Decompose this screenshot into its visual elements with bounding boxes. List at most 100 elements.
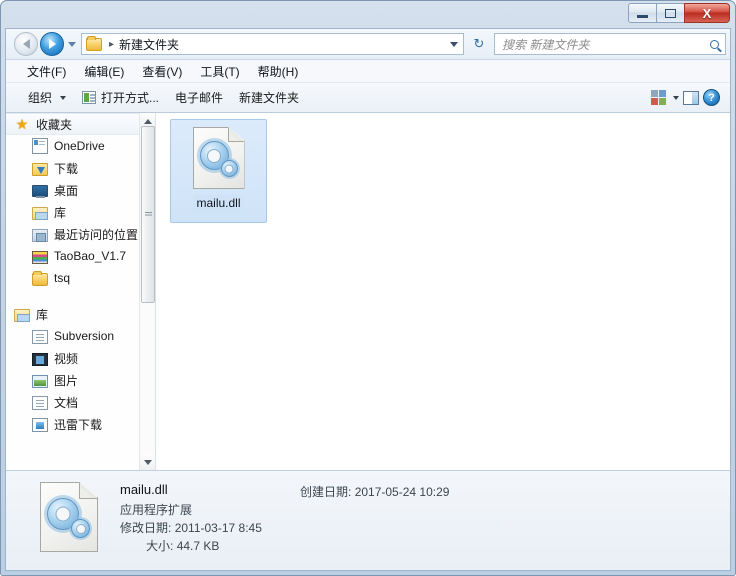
organize-label: 组织 <box>28 91 53 105</box>
desktop-icon <box>32 185 48 198</box>
sidebar-item-recent-places[interactable]: 最近访问的位置 <box>6 223 139 245</box>
open-with-button[interactable]: 打开方式... <box>74 86 167 109</box>
navigation-scroll-area: ★ 收藏夹 OneDrive 下载 桌面 库 最近访问的位置 TaoBao_V1… <box>6 113 139 470</box>
details-created-row: 创建日期: 2017-05-24 10:29 <box>300 483 730 501</box>
email-button[interactable]: 电子邮件 <box>167 86 231 109</box>
sidebar-item-subversion[interactable]: Subversion <box>6 325 139 347</box>
sidebar-item-tsq[interactable]: tsq <box>6 267 139 289</box>
maximize-button[interactable] <box>656 3 685 23</box>
library-icon <box>14 308 30 322</box>
details-file-type: 应用程序扩展 <box>120 503 193 517</box>
details-created-label: 创建日期: <box>300 485 352 499</box>
sidebar-item-videos[interactable]: 视频 <box>6 347 139 369</box>
sidebar-section-libraries[interactable]: 库 <box>6 303 139 325</box>
chevron-up-icon <box>144 118 152 124</box>
details-created-value: 2017-05-24 10:29 <box>354 485 450 499</box>
address-input[interactable]: ▸ 新建文件夹 <box>81 33 464 55</box>
details-pane: mailu.dll 应用程序扩展 修改日期: 2011-03-17 8:45 大… <box>6 470 730 570</box>
scroll-down-button[interactable] <box>140 454 155 470</box>
sidebar-item-desktop[interactable]: 桌面 <box>6 179 139 201</box>
view-dropdown-icon[interactable] <box>673 95 679 100</box>
sidebar-item-label: 下载 <box>54 161 79 176</box>
details-size-row: 大小: 44.7 KB <box>120 537 300 555</box>
new-folder-label: 新建文件夹 <box>239 91 300 105</box>
open-with-icon <box>82 91 97 104</box>
sidebar-item-label: 库 <box>54 205 67 220</box>
sidebar-item-label: 文档 <box>54 395 79 410</box>
sidebar-item-label: 图片 <box>54 373 79 388</box>
back-button[interactable] <box>14 32 38 56</box>
sidebar-item-label: 视频 <box>54 351 79 366</box>
menu-file[interactable]: 文件(F) <box>18 61 75 82</box>
search-box[interactable]: 搜索 新建文件夹 <box>494 33 726 55</box>
recent-places-icon <box>32 228 48 242</box>
close-button[interactable]: X <box>684 3 730 23</box>
back-arrow-icon <box>22 39 30 49</box>
breadcrumb-path[interactable]: 新建文件夹 <box>119 36 179 53</box>
details-primary-column: mailu.dll 应用程序扩展 修改日期: 2011-03-17 8:45 大… <box>120 482 300 555</box>
toolbar: 组织 打开方式... 电子邮件 新建文件夹 ? <box>6 83 730 113</box>
sidebar-item-thunder-download[interactable]: 迅雷下载 <box>6 413 139 435</box>
folder-icon <box>32 270 48 286</box>
sidebar-scrollbar[interactable] <box>139 113 155 470</box>
dll-file-icon <box>192 127 245 189</box>
breadcrumb-separator: ▸ <box>109 38 115 50</box>
chevron-down-icon[interactable] <box>450 41 458 47</box>
new-folder-button[interactable]: 新建文件夹 <box>231 86 307 109</box>
forward-button[interactable] <box>40 32 64 56</box>
email-label: 电子邮件 <box>175 91 224 105</box>
video-icon <box>32 352 48 366</box>
refresh-button[interactable]: ↻ <box>468 33 490 55</box>
sidebar-item-onedrive[interactable]: OneDrive <box>6 135 139 157</box>
details-size-label: 大小: <box>146 539 174 553</box>
file-name-label: mailu.dll <box>193 195 244 211</box>
sidebar-item-label: OneDrive <box>54 139 105 153</box>
details-modified-label: 修改日期: <box>120 521 172 535</box>
download-folder-icon <box>32 162 48 176</box>
sidebar-item-documents[interactable]: 文档 <box>6 391 139 413</box>
details-file-name: mailu.dll <box>120 482 168 497</box>
onedrive-icon <box>32 138 48 154</box>
search-input[interactable]: 搜索 新建文件夹 <box>502 36 710 53</box>
document-icon <box>32 395 48 410</box>
menu-edit[interactable]: 编辑(E) <box>75 61 133 82</box>
document-icon <box>32 329 48 344</box>
navigation-pane: ★ 收藏夹 OneDrive 下载 桌面 库 最近访问的位置 TaoBao_V1… <box>6 113 156 470</box>
sidebar-item-label: TaoBao_V1.7 <box>54 249 127 263</box>
sidebar-item-label: Subversion <box>54 329 115 343</box>
sidebar-favorites-label: 收藏夹 <box>36 117 73 132</box>
file-item-mailu-dll[interactable]: mailu.dll <box>170 119 267 223</box>
organize-button[interactable]: 组织 <box>20 86 74 109</box>
details-file-icon <box>40 482 98 552</box>
details-modified-row: 修改日期: 2011-03-17 8:45 <box>120 519 300 537</box>
search-icon <box>710 39 719 49</box>
picture-icon <box>32 374 48 388</box>
help-icon[interactable]: ? <box>703 89 720 106</box>
preview-pane-icon[interactable] <box>683 90 699 105</box>
minimize-button[interactable] <box>628 3 657 23</box>
gear-icon-small <box>71 519 90 538</box>
sidebar-item-downloads[interactable]: 下载 <box>6 157 139 179</box>
file-list[interactable]: mailu.dll <box>156 113 730 470</box>
library-icon <box>32 206 48 220</box>
sidebar-section-favorites[interactable]: ★ 收藏夹 <box>6 113 139 135</box>
explorer-window: X ▸ 新建文件夹 ↻ 搜索 新建文件夹 文件(F) 编辑(E) 查看(V) 工… <box>0 0 736 576</box>
close-icon: X <box>702 5 712 21</box>
recent-pages-icon[interactable] <box>68 41 76 47</box>
sidebar-item-label: 最近访问的位置 <box>54 227 139 242</box>
sidebar-item-pictures[interactable]: 图片 <box>6 369 139 391</box>
view-options-icon[interactable] <box>651 90 666 105</box>
menu-view[interactable]: 查看(V) <box>133 61 191 82</box>
menu-help[interactable]: 帮助(H) <box>249 61 308 82</box>
maximize-icon <box>665 8 676 18</box>
sidebar-item-libraries-fav[interactable]: 库 <box>6 201 139 223</box>
menu-tools[interactable]: 工具(T) <box>191 61 248 82</box>
title-bar[interactable]: X <box>1 1 735 29</box>
scrollbar-thumb[interactable] <box>141 126 155 303</box>
star-icon: ★ <box>15 116 29 132</box>
sidebar-item-label: 迅雷下载 <box>54 417 103 432</box>
sidebar-item-taobao[interactable]: TaoBao_V1.7 <box>6 245 139 267</box>
scrollbar-grip-icon <box>144 212 152 217</box>
details-secondary-column: 创建日期: 2017-05-24 10:29 <box>300 482 730 501</box>
